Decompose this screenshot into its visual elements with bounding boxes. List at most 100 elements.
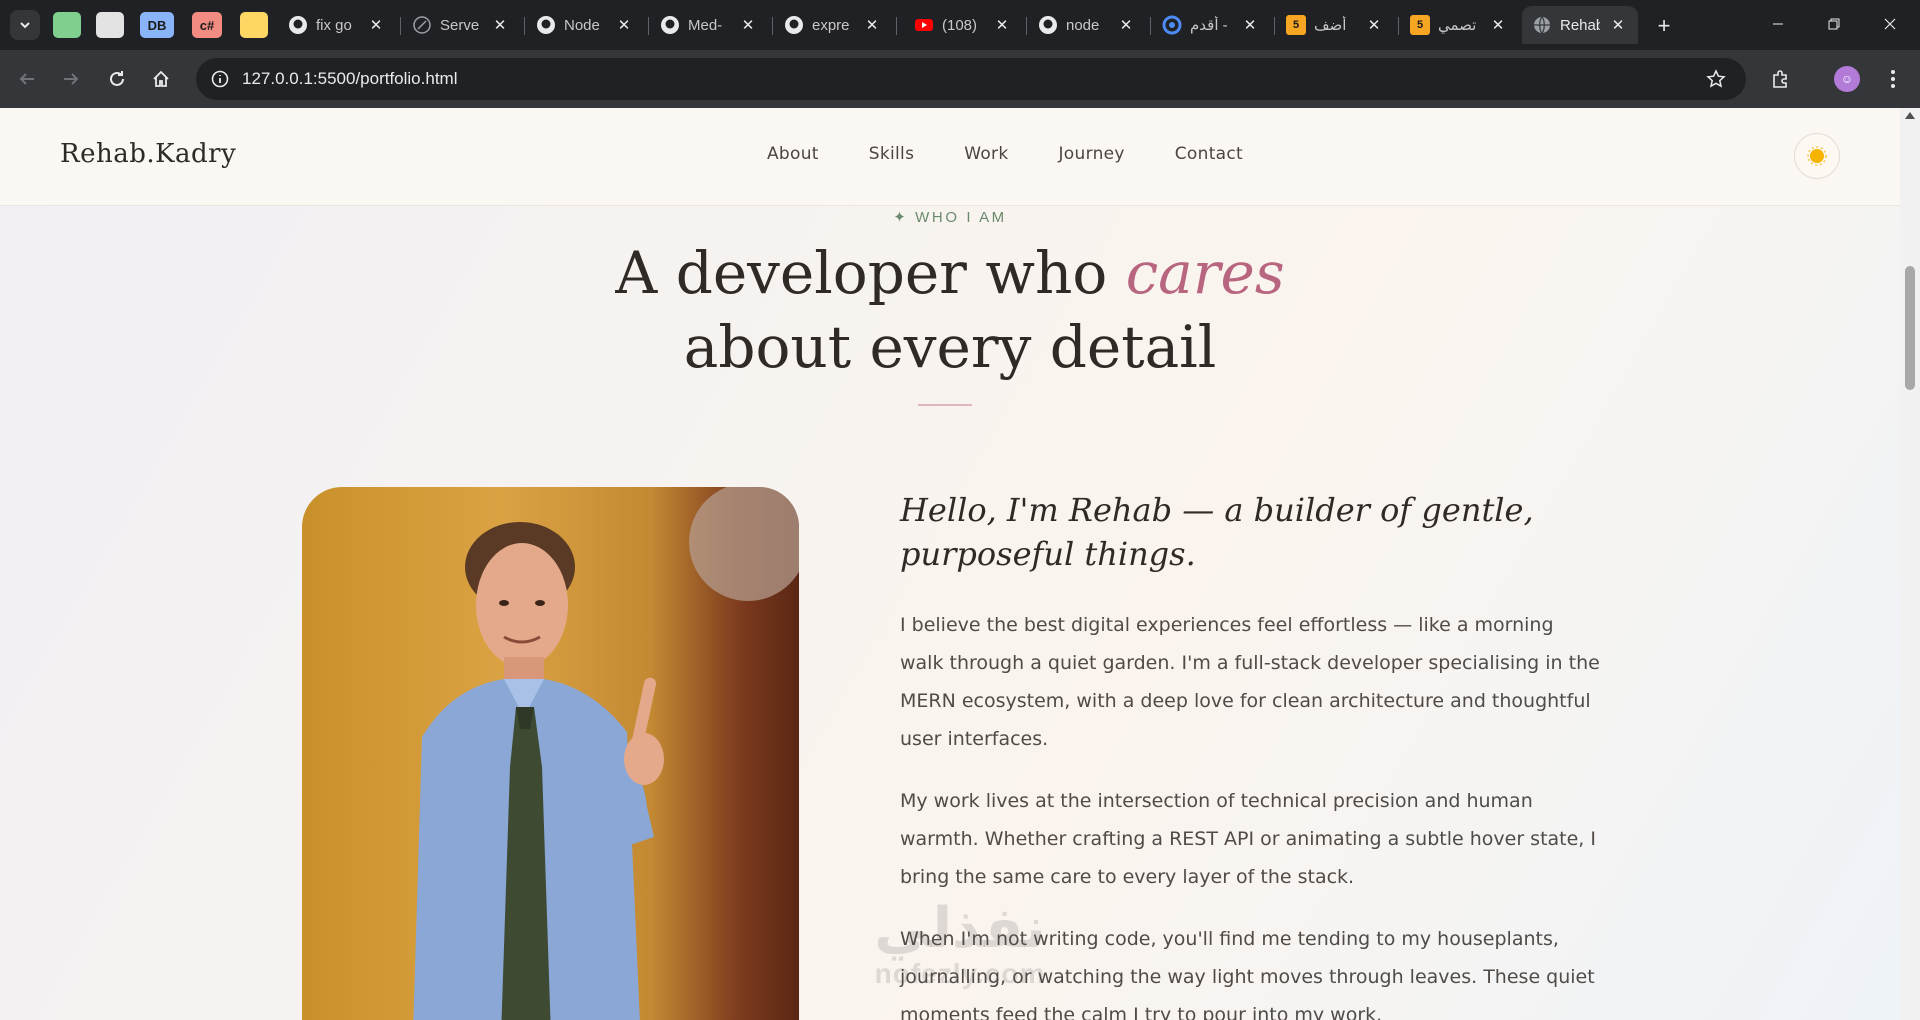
site-header: Rehab.Kadry About Skills Work Journey Co… [0,108,1900,206]
tab-youtube[interactable]: (108) ✕ [904,6,1022,44]
tab-med[interactable]: Med- ✕ [650,6,768,44]
pinned-tab-1[interactable] [53,12,81,38]
tab-separator [1026,17,1027,35]
decorative-circle [689,487,799,601]
address-bar[interactable]: 127.0.0.1:5500/portfolio.html [196,58,1746,100]
github-icon [784,15,804,35]
tab-separator [1150,17,1151,35]
puzzle-icon [1773,70,1787,88]
tab-search-button[interactable] [10,10,40,40]
avatar: ☺ [1834,66,1860,92]
back-button[interactable] [12,64,42,94]
tab-arabic-1[interactable]: أقدم - ✕ [1152,6,1270,44]
tab-server[interactable]: Serve ✕ [402,6,520,44]
scroll-up-arrow-icon[interactable] [1905,112,1915,119]
heading-part-2: about every detail [683,313,1217,381]
page-scrollbar[interactable] [1900,108,1920,1020]
forward-button[interactable] [56,64,86,94]
hsoub-icon: 5 [1410,15,1430,35]
pinned-tab-2[interactable] [96,12,124,38]
restore-button[interactable] [1806,0,1862,48]
tab-node-2[interactable]: node ✕ [1028,6,1146,44]
heading-emphasis: cares [1125,239,1285,307]
home-icon [153,70,169,87]
youtube-icon [914,15,934,35]
chevron-down-icon [20,22,30,29]
site-info-icon[interactable] [208,67,232,91]
section-heading: A developer who cares about every detail [0,236,1900,384]
tab-separator [1398,17,1399,35]
tab-arabic-2[interactable]: 5 أضف ✕ [1276,6,1394,44]
reload-button[interactable] [102,64,132,94]
close-tab-icon[interactable]: ✕ [1240,15,1260,35]
tab-rehab-active[interactable]: Rehab ✕ [1522,6,1638,44]
nav-journey[interactable]: Journey [1058,144,1124,164]
sun-icon [1807,146,1827,166]
site-logo[interactable]: Rehab.Kadry [60,139,236,169]
pinned-tab-5[interactable] [240,12,268,38]
about-paragraph-1: I believe the best digital experiences f… [900,614,1600,750]
forward-arrow-icon [64,73,79,85]
pinned-tab-db[interactable]: DB [140,12,174,38]
close-tab-icon[interactable]: ✕ [1608,15,1628,35]
reload-icon [110,71,124,86]
about-paragraph-2: My work lives at the intersection of tec… [900,790,1596,888]
close-tab-icon[interactable]: ✕ [738,15,758,35]
nav-about[interactable]: About [767,144,819,164]
nav-skills[interactable]: Skills [869,144,914,164]
about-content: Hello, I'm Rehab — a builder of gentle, … [900,488,1600,1020]
github-icon [288,15,308,35]
close-tab-icon[interactable]: ✕ [490,15,510,35]
tab-separator [772,17,773,35]
profile-photo [302,487,799,1020]
github-icon [536,15,556,35]
tab-node[interactable]: Node ✕ [526,6,644,44]
minimize-icon [1773,23,1783,25]
browser-toolbar: 127.0.0.1:5500/portfolio.html ☺ [0,50,1920,108]
tab-fix-go[interactable]: fix go ✕ [278,6,396,44]
profile-button[interactable]: ☺ [1832,64,1862,94]
tab-separator [896,17,897,35]
close-tab-icon[interactable]: ✕ [1116,15,1136,35]
close-tab-icon[interactable]: ✕ [366,15,386,35]
close-tab-icon[interactable]: ✕ [1364,15,1384,35]
close-tab-icon[interactable]: ✕ [862,15,882,35]
person-illustration [413,522,664,1020]
hsoub-icon: 5 [1286,15,1306,35]
tab-separator [1274,17,1275,35]
github-icon [660,15,680,35]
tab-separator [648,17,649,35]
github-icon [1038,15,1058,35]
about-paragraph-3: When I'm not writing code, you'll find m… [900,928,1595,1020]
bookmark-star-icon[interactable] [1704,67,1728,91]
nav-contact[interactable]: Contact [1175,144,1243,164]
home-button[interactable] [146,64,176,94]
back-arrow-icon [19,73,34,85]
close-tab-icon[interactable]: ✕ [614,15,634,35]
globe-icon [1532,15,1552,35]
heading-part-1: A developer who [615,239,1126,307]
tab-arabic-3[interactable]: 5 تصمي ✕ [1400,6,1518,44]
new-tab-button[interactable]: + [1650,12,1678,40]
tab-separator [524,17,525,35]
tab-separator [400,17,401,35]
scroll-thumb[interactable] [1905,266,1915,390]
nav-work[interactable]: Work [964,144,1008,164]
close-tab-icon[interactable]: ✕ [992,15,1012,35]
theme-toggle-button[interactable] [1794,133,1840,179]
page-viewport: Rehab.Kadry About Skills Work Journey Co… [0,108,1900,1020]
url-text[interactable]: 127.0.0.1:5500/portfolio.html [242,69,457,89]
restore-icon [1828,18,1840,30]
heading-divider [918,404,972,406]
intro-text: Hello, I'm Rehab — a builder of gentle, … [900,491,1534,573]
app-icon [1162,15,1182,35]
tab-strip: DB c# fix go ✕ Serve ✕ Node ✕ Med- ✕ exp… [0,0,1920,50]
pinned-tab-csharp[interactable]: c# [192,12,222,38]
close-tab-icon[interactable]: ✕ [1488,15,1508,35]
extensions-button[interactable] [1766,64,1796,94]
main-nav: About Skills Work Journey Contact [767,144,1243,164]
minimize-button[interactable] [1750,0,1806,48]
menu-button[interactable] [1878,64,1908,94]
tab-express[interactable]: expre ✕ [774,6,892,44]
close-window-button[interactable] [1862,0,1918,48]
